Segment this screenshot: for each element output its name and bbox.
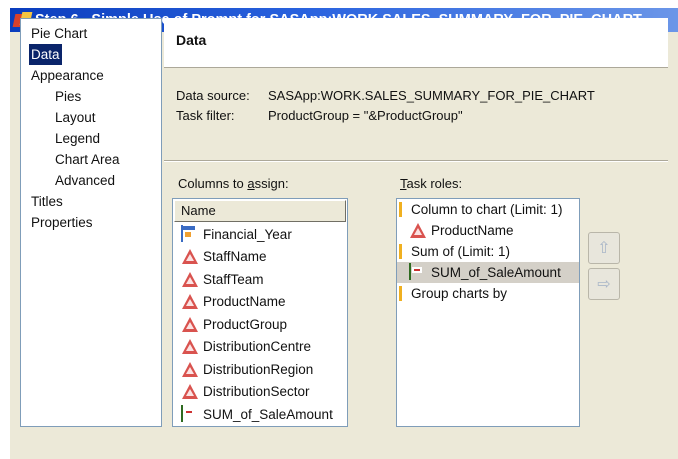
- columns-list[interactable]: Name Financial_Year StaffName StaffTeam Pro…: [172, 198, 348, 427]
- task-role-item[interactable]: ProductName: [397, 220, 579, 241]
- column-name: DistributionRegion: [203, 361, 314, 377]
- column-header-name[interactable]: Name: [174, 200, 346, 222]
- nav-item-pies[interactable]: Pies: [53, 86, 83, 107]
- panel-header: Data: [164, 18, 668, 68]
- character-column-icon: [181, 293, 198, 310]
- column-name: StaffTeam: [203, 271, 264, 287]
- column-list-item[interactable]: DistributionRegion: [173, 358, 347, 381]
- panel-title: Data: [176, 32, 207, 48]
- nav-item-data[interactable]: Data: [29, 44, 62, 65]
- nav-item-titles[interactable]: Titles: [29, 191, 65, 212]
- character-column-icon: [181, 248, 198, 265]
- column-list-item[interactable]: Financial_Year: [173, 223, 347, 246]
- character-column-icon: [181, 316, 198, 333]
- column-name: DistributionCentre: [203, 339, 312, 355]
- column-name: Financial_Year: [203, 226, 292, 242]
- nav-item-layout[interactable]: Layout: [53, 107, 98, 128]
- calendar-icon: [181, 224, 198, 243]
- column-name: SUM_of_SaleAmount: [203, 406, 333, 422]
- column-list-item[interactable]: SUM_of_SaleAmount: [173, 403, 347, 426]
- character-column-icon: [181, 271, 198, 288]
- column-name: ProductName: [203, 294, 286, 310]
- task-role-group[interactable]: Sum of (Limit: 1): [397, 241, 579, 262]
- task-filter-label: Task filter:: [176, 108, 235, 123]
- column-list-item[interactable]: DistributionCentre: [173, 336, 347, 359]
- column-list-item[interactable]: ProductGroup: [173, 313, 347, 336]
- column-list-item[interactable]: StaffName: [173, 246, 347, 269]
- nav-item-legend[interactable]: Legend: [53, 128, 102, 149]
- task-role-label: Column to chart (Limit: 1): [411, 202, 563, 217]
- section-divider: [164, 160, 668, 162]
- column-list-item[interactable]: StaffTeam: [173, 268, 347, 291]
- column-name: DistributionSector: [203, 384, 310, 400]
- nav-item-chart-area[interactable]: Chart Area: [53, 149, 122, 170]
- move-right-button[interactable]: ⇨: [588, 268, 620, 300]
- task-filter-value: ProductGroup = "&ProductGroup": [268, 108, 463, 123]
- character-column-icon: [181, 383, 198, 400]
- character-column-icon: [181, 338, 198, 355]
- columns-to-assign-label: Columns to assign:: [178, 176, 289, 191]
- navigation-tree: Pie Chart Data Appearance Pies Layout Legend C…: [20, 18, 162, 427]
- task-role-item[interactable]: SUM_of_SaleAmount: [397, 262, 579, 283]
- nav-item-pie-chart[interactable]: Pie Chart: [29, 23, 89, 44]
- task-roles-label: Task roles:: [400, 176, 463, 191]
- numeric-column-icon: [409, 263, 426, 281]
- character-column-icon: [181, 361, 198, 378]
- move-up-button[interactable]: ⇧: [588, 232, 620, 264]
- assigned-column-name: SUM_of_SaleAmount: [431, 265, 561, 280]
- column-name: StaffName: [203, 249, 267, 265]
- data-info: Data source: SASApp:WORK.SALES_SUMMARY_F…: [176, 86, 595, 126]
- nav-item-properties[interactable]: Properties: [29, 212, 95, 233]
- numeric-column-icon: [181, 404, 198, 423]
- data-source-value: SASApp:WORK.SALES_SUMMARY_FOR_PIE_CHART: [268, 88, 595, 103]
- nav-item-appearance[interactable]: Appearance: [29, 65, 106, 86]
- character-column-icon: [409, 222, 426, 239]
- column-name: ProductGroup: [203, 316, 288, 332]
- data-source-label: Data source:: [176, 88, 250, 103]
- assigned-column-name: ProductName: [431, 223, 514, 238]
- task-role-group[interactable]: Group charts by: [397, 283, 579, 304]
- task-roles-tree[interactable]: Column to chart (Limit: 1) ProductName Sum…: [396, 198, 580, 427]
- task-role-group[interactable]: Column to chart (Limit: 1): [397, 199, 579, 220]
- column-list-item[interactable]: DistributionSector: [173, 381, 347, 404]
- task-role-label: Sum of (Limit: 1): [411, 244, 511, 259]
- nav-item-advanced[interactable]: Advanced: [53, 170, 117, 191]
- column-list-item[interactable]: ProductName: [173, 291, 347, 314]
- task-role-label: Group charts by: [411, 286, 508, 301]
